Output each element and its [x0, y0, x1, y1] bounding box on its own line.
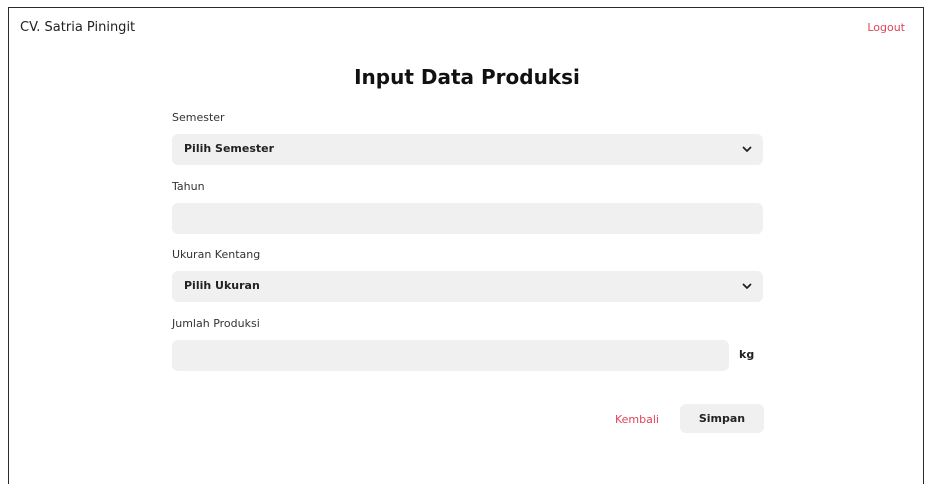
tahun-label: Tahun [172, 180, 205, 193]
semester-selected-value: Pilih Semester [184, 142, 275, 155]
chevron-down-icon [742, 146, 752, 152]
jumlah-input[interactable] [172, 340, 729, 371]
semester-select[interactable]: Pilih Semester [172, 134, 763, 165]
ukuran-select[interactable]: Pilih Ukuran [172, 271, 763, 302]
semester-label: Semester [172, 111, 225, 124]
brand-name: CV. Satria Piningit [20, 20, 136, 35]
unit-label: kg [739, 348, 755, 361]
page-frame: CV. Satria Piningit Logout Input Data Pr… [8, 7, 924, 484]
back-button[interactable]: Kembali [615, 413, 659, 426]
page-title: Input Data Produksi [354, 65, 580, 89]
tahun-input[interactable] [172, 203, 763, 234]
logout-link[interactable]: Logout [867, 21, 905, 34]
ukuran-selected-value: Pilih Ukuran [184, 279, 260, 292]
jumlah-label: Jumlah Produksi [172, 317, 260, 330]
chevron-down-icon [742, 283, 752, 289]
save-button[interactable]: Simpan [680, 404, 764, 433]
ukuran-label: Ukuran Kentang [172, 248, 261, 261]
